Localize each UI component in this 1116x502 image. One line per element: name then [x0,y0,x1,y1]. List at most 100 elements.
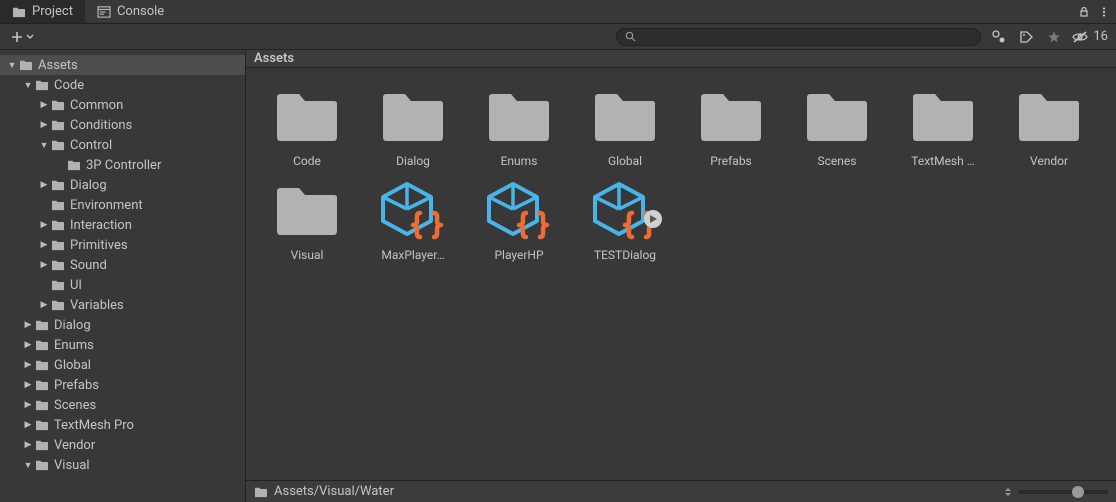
hidden-items-toggle[interactable]: 16 [1071,29,1110,44]
chevron-right-icon[interactable]: ▶ [22,420,34,430]
chevron-right-icon[interactable]: ▶ [38,220,50,230]
tree-item-label: Prefabs [54,378,99,393]
tree-item[interactable]: UI [0,275,245,295]
chevron-right-icon[interactable]: ▶ [38,180,50,190]
chevron-right-icon[interactable]: ▶ [22,380,34,390]
tree-item-label: Scenes [54,398,96,413]
asset-scriptable-object[interactable]: PlayerHP [472,180,566,262]
chevron-down-icon[interactable]: ▼ [38,140,50,151]
folder-icon [66,159,82,171]
chevron-right-icon[interactable]: ▶ [38,120,50,130]
tree-item-label: Interaction [70,218,132,233]
tree-item[interactable]: ▶ Common [0,95,245,115]
asset-folder[interactable]: Prefabs [684,86,778,168]
tree-item[interactable]: Environment [0,195,245,215]
folder-icon [271,86,343,148]
tree-item[interactable]: ▼Assets [0,55,245,75]
tree-item-label: Code [54,78,84,93]
chevron-down-icon[interactable]: ▼ [6,50,18,51]
asset-folder[interactable]: TextMesh … [896,86,990,168]
collapse-icon[interactable] [1004,487,1012,497]
tree-item[interactable]: ▶Dialog [0,175,245,195]
asset-folder[interactable]: Dialog [366,86,460,168]
tree-item[interactable]: ▶ Variables [0,295,245,315]
chevron-down-icon[interactable]: ▼ [22,460,34,471]
tree-item-label: Environment [70,198,143,213]
asset-folder[interactable]: Enums [472,86,566,168]
tree-item-label: 3P Controller [86,158,161,173]
tree-item-label: UI [70,278,82,293]
chevron-right-icon[interactable]: ▶ [22,320,34,330]
asset-label: Prefabs [684,154,778,168]
context-menu-icon[interactable] [1098,6,1110,18]
tree-item[interactable]: ▶Sound [0,255,245,275]
content-header: Assets [246,50,1116,68]
chevron-right-icon[interactable]: ▶ [22,440,34,450]
tree-item[interactable]: ▶ Interaction [0,215,245,235]
folder-icon [483,86,555,148]
filter-by-type-button[interactable] [987,26,1009,48]
asset-scriptable-object[interactable]: MaxPlayer… [366,180,460,262]
console-icon [97,6,111,18]
tree-item-label: Common [70,98,123,113]
tree-item-label: TextMesh Pro [54,418,134,433]
create-button[interactable] [6,30,38,44]
filter-by-label-button[interactable] [1015,26,1037,48]
tree-item-label: Variables [70,298,124,313]
tree-item[interactable]: ▶Global [0,355,245,375]
chevron-right-icon[interactable]: ▶ [38,260,50,270]
tab-project[interactable]: Project [0,0,85,23]
asset-folder[interactable]: Global [578,86,672,168]
asset-scriptable-object[interactable]: TESTDialog [578,180,672,262]
search-box[interactable] [616,28,981,46]
asset-folder[interactable]: Vendor [1002,86,1096,168]
search-input[interactable] [642,30,972,44]
favorite-button[interactable] [1043,26,1065,48]
folder-icon [34,379,50,391]
asset-folder[interactable]: Code [260,86,354,168]
chevron-right-icon[interactable]: ▶ [38,240,50,250]
tab-console[interactable]: Console [85,0,176,23]
chevron-down-icon[interactable]: ▼ [6,60,18,71]
chevron-down-icon[interactable]: ▼ [22,80,34,91]
tree-item[interactable]: ▶ Scenes [0,395,245,415]
asset-folder[interactable]: Scenes [790,86,884,168]
tab-label: Project [32,4,73,19]
tree-item-label: Conditions [70,118,132,133]
tree-item[interactable]: ▼ Visual [0,455,245,475]
tab-bar: Project Console [0,0,1116,24]
play-badge-icon [644,210,662,228]
tree-item[interactable]: ▶Enums [0,335,245,355]
plus-icon [10,30,24,44]
chevron-right-icon[interactable]: ▶ [22,340,34,350]
chevron-right-icon[interactable]: ▶ [38,100,50,110]
tree-item[interactable]: ▶ TextMesh Pro [0,415,245,435]
tree-item-label: Favorites [38,50,91,53]
folder-icon [34,339,50,351]
chevron-down-icon [26,33,34,41]
folder-icon [50,119,66,131]
thumbnail-size-slider[interactable] [1018,490,1108,494]
chevron-right-icon[interactable]: ▶ [38,300,50,310]
tree-item[interactable]: ▶ Prefabs [0,375,245,395]
lock-icon[interactable] [1078,6,1090,18]
tree-item[interactable]: ▶ Dialog [0,315,245,335]
folder-icon [1013,86,1085,148]
asset-label: Scenes [790,154,884,168]
tree-item[interactable]: 3P Controller [0,155,245,175]
tree-item[interactable]: ▶Primitives [0,235,245,255]
asset-folder[interactable]: Visual [260,180,354,262]
folder-icon [801,86,873,148]
tree-item[interactable]: ▼ Code [0,75,245,95]
tree-item[interactable]: ▶Vendor [0,435,245,455]
tree-item[interactable]: ▶ Conditions [0,115,245,135]
chevron-right-icon[interactable]: ▶ [22,400,34,410]
asset-grid: CodeDialogEnumsGlobal Prefabs Scenes TextMe… [260,86,1102,262]
folder-icon [34,319,50,331]
slider-handle[interactable] [1072,486,1084,498]
folder-icon [34,359,50,371]
tree-item-label: Dialog [54,318,91,333]
tree-item-label: Visual [54,458,90,473]
chevron-right-icon[interactable]: ▶ [22,360,34,370]
tree-item[interactable]: ▼Control [0,135,245,155]
